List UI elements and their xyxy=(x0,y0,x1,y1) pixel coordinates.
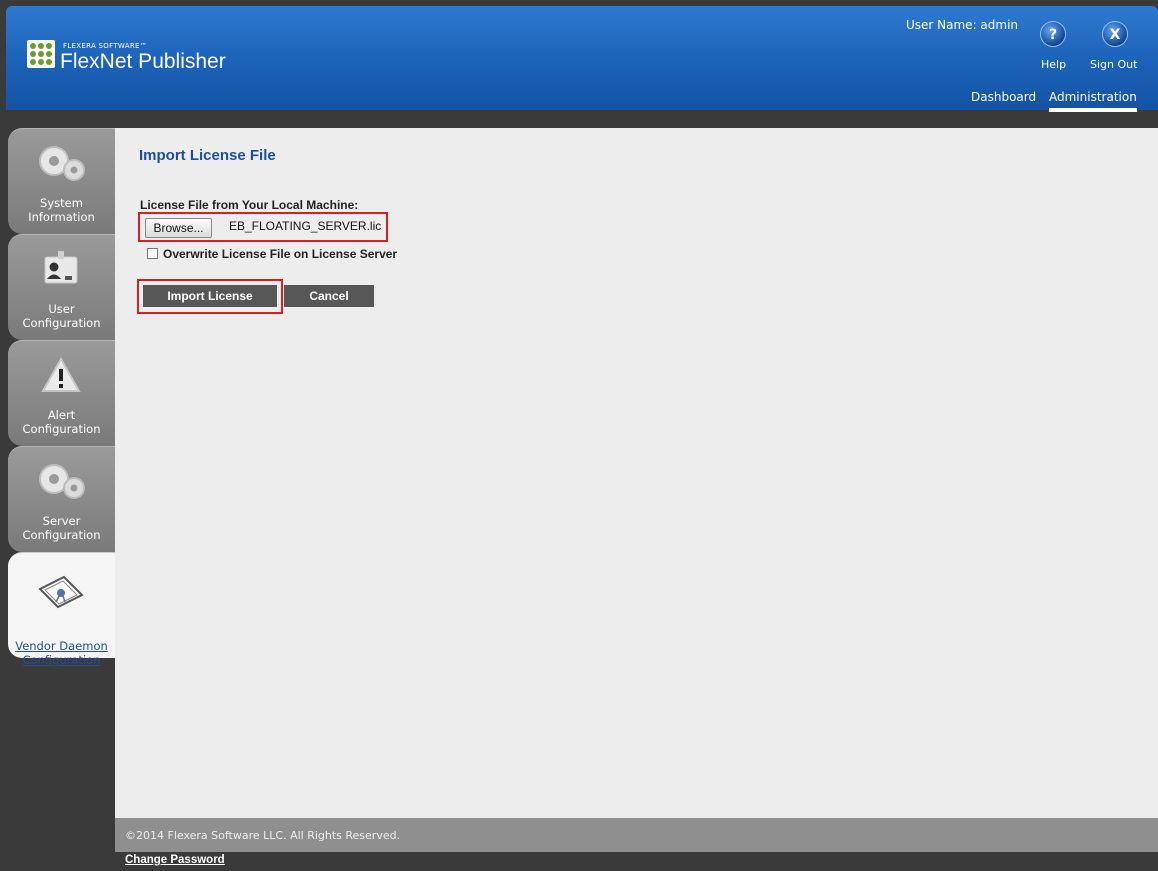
brand-name: FlexNet Publisher xyxy=(60,50,226,73)
nav-administration[interactable]: Administration xyxy=(1049,90,1137,112)
sign-out-icon[interactable]: X xyxy=(1102,21,1128,47)
main-panel: Import License File License File from Yo… xyxy=(115,128,1158,818)
copyright-text: ©2014 Flexera Software LLC. All Rights R… xyxy=(125,829,401,842)
sidebar-item-label: Alert Configuration xyxy=(22,408,101,436)
selected-file-name: EB_FLOATING_SERVER.lic xyxy=(229,219,382,233)
sidebar-item-label: Vendor Daemon Configuration xyxy=(15,639,108,667)
flexera-logo-icon xyxy=(27,40,55,68)
page-title: Import License File xyxy=(139,147,276,164)
overwrite-option: Overwrite License File on License Server xyxy=(147,247,397,261)
nav-dashboard[interactable]: Dashboard xyxy=(971,90,1036,104)
user-name-label: User Name: admin xyxy=(906,18,1019,32)
sidebar-item-alert-configuration[interactable]: Alert Configuration xyxy=(8,340,115,446)
browse-button[interactable]: Browse... xyxy=(145,218,212,238)
footer: ©2014 Flexera Software LLC. All Rights R… xyxy=(115,818,1158,852)
sidebar-item-label: Server Configuration xyxy=(22,514,101,542)
help-icon[interactable]: ? xyxy=(1040,21,1066,47)
gears-icon xyxy=(39,464,85,499)
overwrite-label: Overwrite License File on License Server xyxy=(163,247,398,261)
import-license-button[interactable]: Import License xyxy=(143,285,277,307)
warning-icon xyxy=(41,356,81,392)
sidebar-item-label: System Information xyxy=(28,196,95,224)
cancel-button[interactable]: Cancel xyxy=(284,285,374,307)
sidebar: System Information User Configuration Al… xyxy=(8,128,115,667)
sidebar-item-label: User Configuration xyxy=(22,302,101,330)
nav-administration-wrap: Administration xyxy=(1049,90,1137,112)
sidebar-item-server-configuration[interactable]: Server Configuration xyxy=(8,446,115,552)
sidebar-item-user-configuration[interactable]: User Configuration xyxy=(8,234,115,340)
overwrite-checkbox[interactable] xyxy=(147,248,158,259)
license-file-label: License File from Your Local Machine: xyxy=(140,198,359,212)
sidebar-item-system-information[interactable]: System Information xyxy=(8,128,115,234)
sidebar-item-vendor-daemon-configuration[interactable]: Vendor Daemon Configuration xyxy=(8,552,115,667)
app-header: FLEXERA SOFTWARE™ FlexNet Publisher User… xyxy=(6,6,1158,112)
brand-small-text: FLEXERA SOFTWARE™ xyxy=(63,42,148,50)
file-input-highlight: Browse... EB_FLOATING_SERVER.lic xyxy=(138,212,388,242)
gears-icon xyxy=(39,146,85,181)
change-password-link[interactable]: Change Password xyxy=(125,854,225,866)
sign-out-link[interactable]: Sign Out xyxy=(1090,58,1137,71)
certificate-icon xyxy=(38,575,84,609)
id-badge-icon xyxy=(44,251,78,284)
help-link[interactable]: Help xyxy=(1041,58,1066,71)
